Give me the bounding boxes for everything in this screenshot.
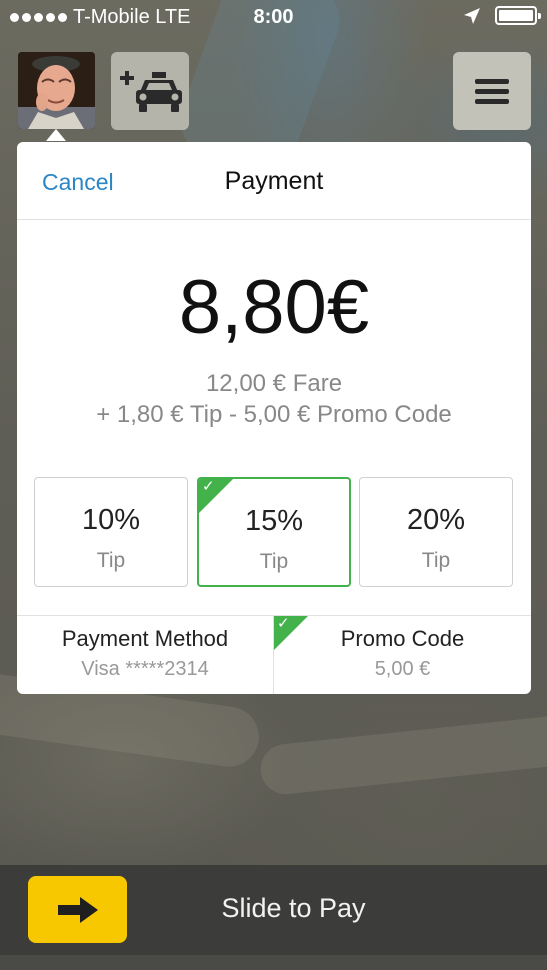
menu-button[interactable]: [453, 52, 531, 130]
avatar-pointer: [46, 129, 66, 141]
tip-label: Tip: [421, 549, 451, 572]
user-avatar[interactable]: [18, 52, 95, 129]
add-taxi-button[interactable]: [111, 52, 189, 130]
total-amount: 8,80€: [178, 265, 370, 350]
tip-label: Tip: [96, 549, 126, 572]
checkmark-icon: ✓: [202, 478, 215, 495]
map-road: [258, 713, 547, 797]
tip-option-20[interactable]: 20% Tip: [359, 477, 513, 587]
promo-code-value: 5,00 €: [374, 658, 431, 680]
slide-to-pay-handle[interactable]: [28, 876, 127, 943]
tip-option-15[interactable]: ✓ 15% Tip: [197, 477, 351, 587]
payment-method-value: Visa *****2314: [81, 658, 209, 680]
tip-percent: 15%: [244, 505, 304, 537]
payment-header: Cancel Payment: [17, 142, 531, 220]
payment-details-row: Payment Method Visa *****2314 ✓ Promo Co…: [17, 615, 531, 694]
tip-label: Tip: [259, 550, 289, 573]
slide-to-pay-bar: Slide to Pay: [0, 865, 547, 955]
battery-full-icon: [495, 6, 541, 25]
payment-card: Cancel Payment 8,80€ 12,00 € Fare + 1,80…: [17, 142, 531, 694]
promo-code-title: Promo Code: [340, 626, 465, 651]
arrow-right-icon: [57, 896, 98, 923]
add-taxi-icon: [120, 71, 182, 112]
fare-line: 12,00 € Fare: [205, 370, 343, 397]
promo-code-button[interactable]: ✓ Promo Code 5,00 €: [274, 616, 531, 694]
payment-method-title: Payment Method: [61, 626, 229, 651]
slide-to-pay-label: Slide to Pay: [221, 893, 366, 923]
location-arrow-icon: [464, 7, 480, 24]
page-title: Payment: [224, 167, 324, 195]
bottom-strip: [0, 955, 547, 970]
avatar-photo: [18, 52, 95, 129]
tip-percent: 10%: [81, 504, 141, 536]
tip-option-10[interactable]: 10% Tip: [34, 477, 188, 587]
tip-percent: 20%: [406, 504, 466, 536]
payment-method-button[interactable]: Payment Method Visa *****2314: [17, 616, 274, 694]
price-breakdown: + 1,80 € Tip - 5,00 € Promo Code: [96, 401, 452, 428]
status-bar: T-Mobile LTE 8:00: [0, 0, 547, 36]
status-right: [463, 6, 541, 25]
hamburger-menu-icon: [475, 79, 509, 104]
